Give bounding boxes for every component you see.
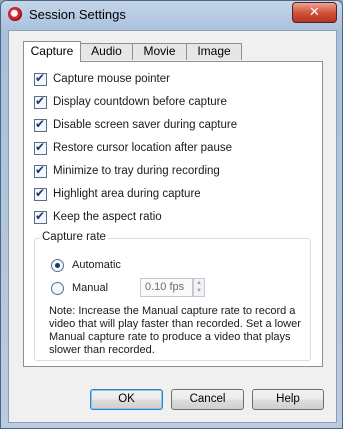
- check-icon: ✔: [35, 139, 46, 154]
- option-keep-aspect-ratio[interactable]: ✔ Keep the aspect ratio: [34, 209, 162, 225]
- checkbox[interactable]: ✔: [34, 208, 47, 224]
- tab-capture[interactable]: Capture: [23, 41, 81, 62]
- option-highlight-area[interactable]: ✔ Highlight area during capture: [34, 186, 201, 202]
- check-icon: ✔: [35, 208, 46, 223]
- option-label: Keep the aspect ratio: [53, 211, 162, 223]
- fps-input[interactable]: 0.10 fps: [140, 278, 193, 297]
- option-label: Highlight area during capture: [53, 188, 201, 200]
- option-label: Capture mouse pointer: [53, 73, 170, 85]
- radio-manual-label: Manual: [72, 282, 109, 294]
- checkbox[interactable]: ✔: [34, 162, 47, 178]
- checkbox[interactable]: ✔: [34, 185, 47, 201]
- close-button[interactable]: ✕: [292, 2, 337, 23]
- checkbox[interactable]: ✔: [34, 116, 47, 132]
- record-icon: [8, 7, 22, 21]
- check-icon: ✔: [35, 70, 46, 85]
- help-button[interactable]: Help: [252, 389, 324, 410]
- check-icon: ✔: [35, 185, 46, 200]
- checkbox[interactable]: ✔: [34, 139, 47, 155]
- option-disable-screen-saver[interactable]: ✔ Disable screen saver during capture: [34, 117, 237, 133]
- check-icon: ✔: [35, 93, 46, 108]
- check-icon: ✔: [35, 116, 46, 131]
- fps-spinner[interactable]: ▲ ▼: [193, 278, 205, 297]
- option-label: Display countdown before capture: [53, 96, 227, 108]
- option-label: Restore cursor location after pause: [53, 142, 232, 154]
- dialog-client: Capture Audio Movie Image ✔ Capture mous…: [8, 30, 337, 423]
- radio-button[interactable]: [51, 281, 64, 295]
- option-minimize-to-tray[interactable]: ✔ Minimize to tray during recording: [34, 163, 220, 179]
- capture-rate-group: Capture rate Automatic Manual 0.10 fps ▲…: [34, 231, 311, 361]
- option-restore-cursor-location[interactable]: ✔ Restore cursor location after pause: [34, 140, 232, 156]
- capture-tab-panel: ✔ Capture mouse pointer ✔ Display countd…: [23, 61, 323, 367]
- capture-rate-note: Note: Increase the Manual capture rate t…: [49, 305, 301, 356]
- window-title: Session Settings: [29, 7, 126, 22]
- radio-automatic-label: Automatic: [72, 259, 121, 271]
- radio-automatic[interactable]: Automatic: [51, 257, 121, 273]
- spin-up-icon[interactable]: ▲: [194, 279, 204, 287]
- title-bar[interactable]: Session Settings ✕: [1, 1, 342, 29]
- checkbox[interactable]: ✔: [34, 93, 47, 109]
- cancel-button[interactable]: Cancel: [171, 389, 244, 410]
- session-settings-window: Session Settings ✕ Capture Audio Movie I…: [0, 0, 343, 429]
- option-label: Minimize to tray during recording: [53, 165, 220, 177]
- spin-down-icon[interactable]: ▼: [194, 287, 204, 295]
- tab-audio[interactable]: Audio: [80, 43, 133, 60]
- radio-button[interactable]: [51, 258, 64, 272]
- radio-manual[interactable]: Manual: [51, 280, 108, 296]
- tab-movie[interactable]: Movie: [132, 43, 187, 60]
- option-capture-mouse-pointer[interactable]: ✔ Capture mouse pointer: [34, 71, 170, 87]
- check-icon: ✔: [35, 162, 46, 177]
- radio-selected-dot: [55, 262, 60, 268]
- checkbox[interactable]: ✔: [34, 70, 47, 86]
- ok-button[interactable]: OK: [90, 389, 163, 410]
- capture-rate-title: Capture rate: [40, 231, 108, 243]
- tab-image[interactable]: Image: [186, 43, 242, 60]
- option-display-countdown[interactable]: ✔ Display countdown before capture: [34, 94, 227, 110]
- option-label: Disable screen saver during capture: [53, 119, 238, 131]
